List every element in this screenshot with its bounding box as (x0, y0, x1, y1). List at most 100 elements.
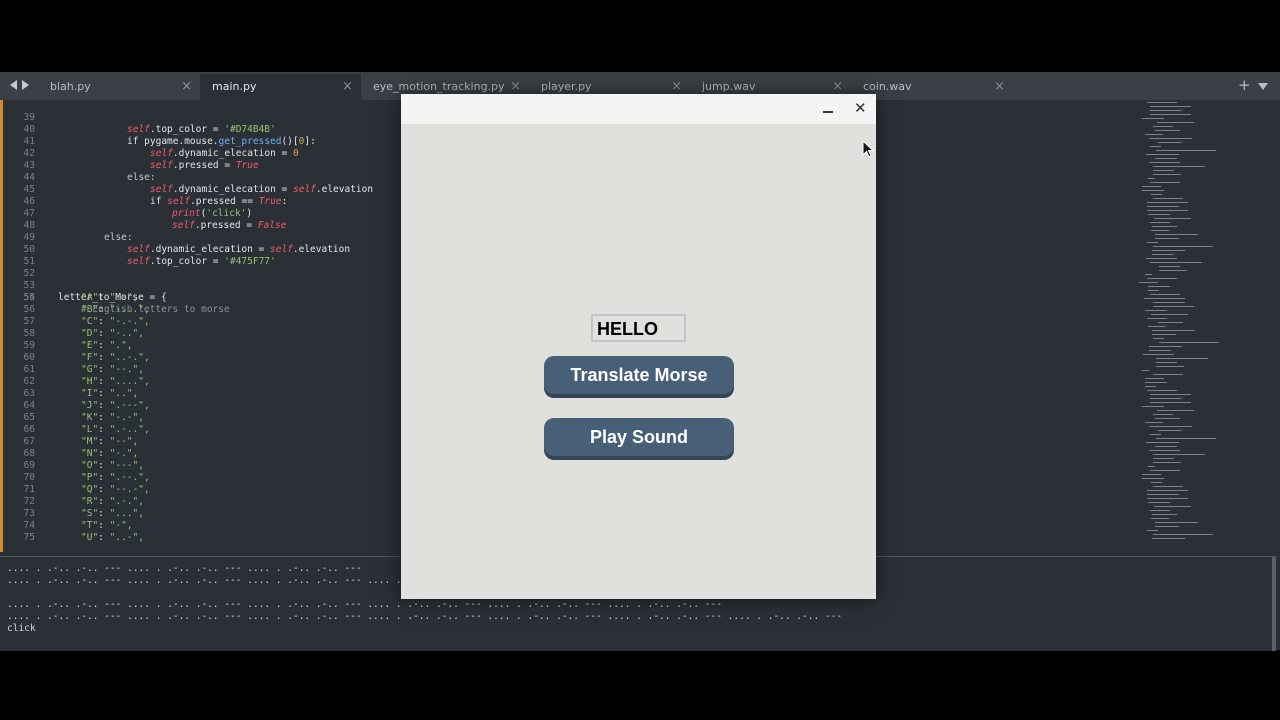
minimap-line (1153, 486, 1183, 487)
minimap-line (1156, 358, 1208, 359)
minimize-icon[interactable] (823, 111, 833, 113)
minimap-line (1153, 458, 1174, 459)
minimap-line (1147, 494, 1179, 495)
minimap-line (1145, 422, 1163, 423)
minimap-line (1152, 254, 1174, 255)
minimap[interactable] (1133, 100, 1280, 552)
minimap-line (1155, 234, 1198, 235)
tab-label: player.py (541, 80, 592, 93)
minimap-line (1147, 206, 1179, 207)
text-input[interactable]: HELLO (591, 314, 686, 342)
minimap-line (1153, 374, 1183, 375)
minimap-line (1144, 298, 1185, 299)
minimap-line (1153, 170, 1174, 171)
minimap-line (1148, 502, 1170, 503)
minimap-line (1153, 198, 1183, 199)
pygame-window: ✕ HELLO Translate Morse Play Sound (401, 94, 876, 599)
tab-label: main.py (212, 80, 257, 93)
minimap-line (1150, 106, 1191, 107)
minimap-line (1159, 270, 1187, 271)
minimap-line (1153, 338, 1164, 339)
minimap-line (1151, 314, 1188, 315)
minimap-line (1150, 110, 1182, 111)
console-line: .... . .-.. .-.. --- .... . .-.. .-.. --… (7, 575, 402, 586)
tab-menu-icon[interactable] (1258, 83, 1268, 90)
minimap-line (1153, 534, 1213, 535)
minimap-line (1142, 190, 1164, 191)
minimap-line (1155, 418, 1180, 419)
minimap-line (1142, 406, 1164, 407)
minimap-line (1158, 142, 1182, 143)
minimap-line (1151, 482, 1162, 483)
tab-scroll-left-icon[interactable] (10, 80, 17, 90)
tab-label: blah.py (50, 80, 91, 93)
close-icon[interactable]: × (342, 74, 353, 100)
close-icon[interactable]: ✕ (854, 99, 867, 117)
minimap-line (1150, 434, 1161, 435)
minimap-line (1155, 158, 1177, 159)
minimap-line (1148, 326, 1166, 327)
minimap-line (1155, 526, 1179, 527)
minimap-line (1156, 362, 1177, 363)
minimap-line (1147, 318, 1167, 319)
minimap-line (1150, 398, 1182, 399)
minimap-line (1150, 470, 1180, 471)
play-sound-button[interactable]: Play Sound (544, 418, 734, 456)
console-scrollbar[interactable] (1272, 557, 1276, 651)
console-line: .... . .-.. .-.. --- .... . .-.. .-.. --… (7, 563, 362, 574)
minimap-line (1159, 342, 1219, 343)
minimap-line (1149, 350, 1171, 351)
minimap-line (1150, 222, 1170, 223)
minimap-line (1145, 382, 1167, 383)
minimap-line (1157, 122, 1194, 123)
minimap-line (1148, 178, 1155, 179)
minimap-line (1145, 386, 1156, 387)
minimap-line (1147, 242, 1158, 243)
minimap-line (1155, 238, 1179, 239)
minimap-line (1147, 498, 1188, 499)
minimap-line (1155, 446, 1177, 447)
minimap-line (1151, 194, 1162, 195)
console-line: click (7, 623, 36, 634)
minimap-line (1148, 290, 1159, 291)
minimap-line (1152, 330, 1195, 331)
minimap-line (1142, 186, 1161, 187)
minimap-line (1158, 322, 1183, 323)
minimap-line (1153, 462, 1181, 463)
minimap-line (1147, 490, 1188, 491)
minimap-line (1145, 274, 1152, 275)
tab-main[interactable]: main.py × (200, 74, 361, 100)
minimap-line (1150, 510, 1170, 511)
console-line: .... . .-.. .-.. --- .... . .-.. .-.. --… (7, 599, 722, 610)
minimap-line (1149, 426, 1192, 427)
minimap-line (1151, 230, 1169, 231)
minimap-line (1145, 134, 1163, 135)
minimap-line (1147, 530, 1158, 531)
tab-label: coin.wav (863, 80, 912, 93)
tab-blah[interactable]: blah.py × (38, 74, 200, 100)
minimap-line (1149, 346, 1182, 347)
window-titlebar[interactable]: ✕ (401, 94, 876, 125)
minimap-line (1149, 138, 1192, 139)
input-value: HELLO (597, 319, 658, 339)
minimap-line (1156, 438, 1216, 439)
minimap-line (1142, 478, 1164, 479)
close-icon[interactable]: × (994, 74, 1005, 100)
minimap-line (1143, 354, 1174, 355)
minimap-line (1139, 282, 1158, 283)
minimap-line (1150, 182, 1180, 183)
translate-morse-button[interactable]: Translate Morse (544, 356, 734, 394)
minimap-line (1152, 514, 1177, 515)
minimap-line (1152, 226, 1177, 227)
minimap-line (1156, 150, 1216, 151)
new-tab-icon[interactable]: + (1238, 76, 1251, 94)
minimap-line (1153, 454, 1205, 455)
minimap-line (1159, 266, 1180, 267)
minimap-line (1146, 442, 1179, 443)
tab-label: eye_motion_tracking.py (373, 80, 505, 93)
close-icon[interactable]: × (181, 74, 192, 100)
tab-scroll-right-icon[interactable] (22, 80, 29, 90)
minimap-line (1142, 370, 1149, 371)
minimap-line (1153, 166, 1205, 167)
tab-label: jump.wav (702, 80, 756, 93)
